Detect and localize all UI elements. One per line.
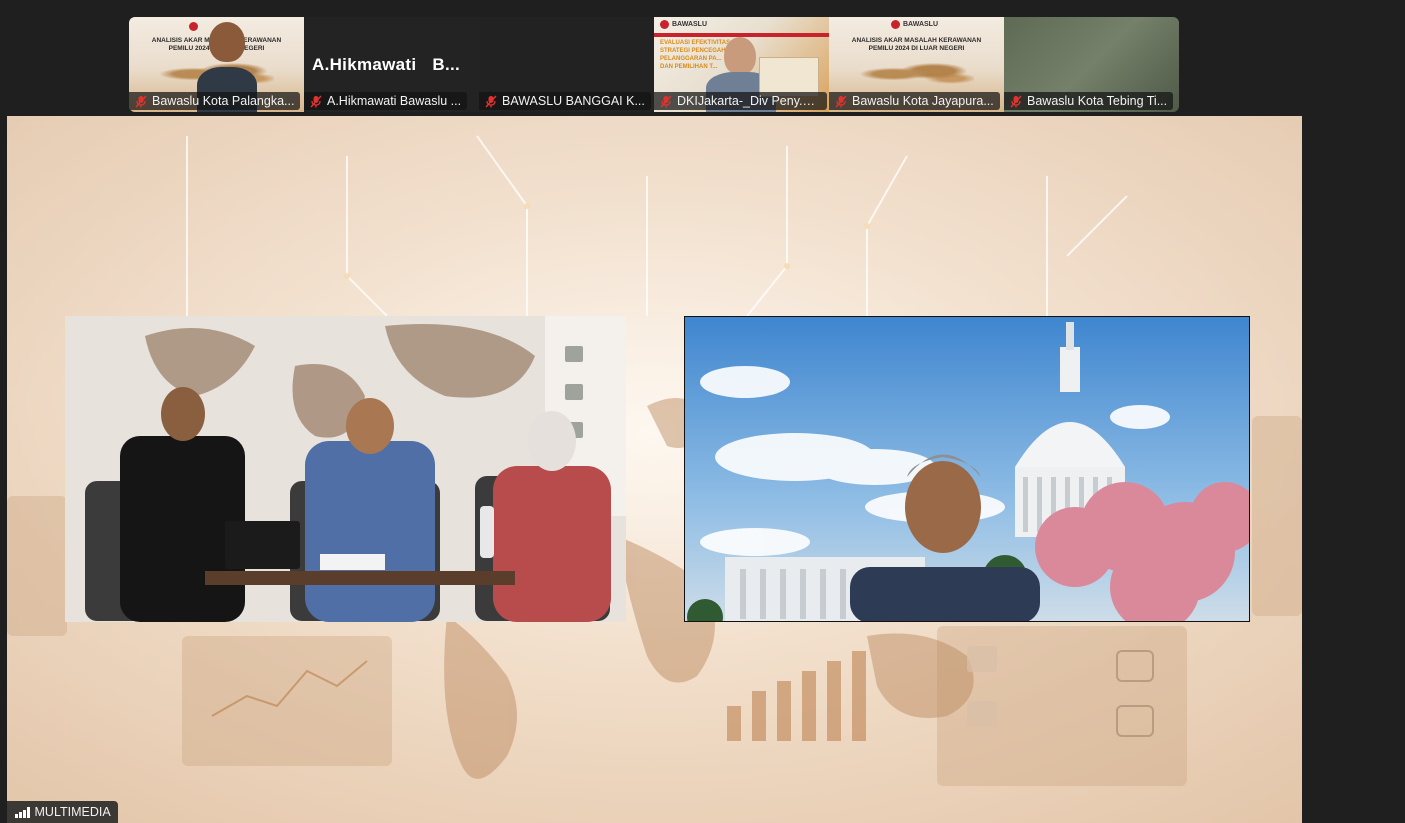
mic-muted-icon bbox=[485, 94, 497, 108]
main-stage[interactable]: MULTIMEDIA bbox=[7, 116, 1302, 823]
bawaslu-logo bbox=[189, 22, 198, 31]
participant-face bbox=[209, 22, 245, 62]
multimedia-label: MULTIMEDIA bbox=[34, 805, 111, 819]
speaker-scene bbox=[685, 317, 1249, 621]
participant-name-label: Bawaslu Kota Jayapura... bbox=[829, 92, 1000, 110]
participant-tile[interactable]: BAWASLU EVALUASI EFEKTIVITAS STRATEGI PE… bbox=[654, 17, 829, 112]
meeting-window: ANALISIS AKAR MASALAH KERAWANAN PEMILU 2… bbox=[0, 0, 1405, 823]
studio-scene bbox=[65, 316, 626, 622]
participant-tile[interactable]: ANALISIS AKAR MASALAH KERAWANAN PEMILU 2… bbox=[129, 17, 304, 112]
room-poster bbox=[759, 57, 819, 97]
mic-muted-icon bbox=[835, 94, 847, 108]
mic-muted-icon bbox=[1010, 94, 1022, 108]
mic-muted-icon bbox=[310, 94, 322, 108]
participant-gallery: ANALISIS AKAR MASALAH KERAWANAN PEMILU 2… bbox=[129, 17, 1179, 112]
participant-name-label: Bawaslu Kota Tebing Ti... bbox=[1004, 92, 1174, 110]
multimedia-badge: MULTIMEDIA bbox=[7, 801, 118, 823]
participant-tile[interactable]: Bawaslu Kota Tebing Ti... bbox=[1004, 17, 1179, 112]
signal-strength-icon bbox=[15, 806, 30, 818]
mic-muted-icon bbox=[660, 94, 672, 108]
bawaslu-logo: BAWASLU bbox=[891, 20, 938, 29]
participant-tile[interactable]: BAWASLU ANALISIS AKAR MASALAH KERAWANAN … bbox=[829, 17, 1004, 112]
participant-name-card: A.Hikmawati B... bbox=[312, 55, 461, 74]
studio-video-feed[interactable] bbox=[65, 316, 626, 622]
participant-tile[interactable]: BAWASLU BANGGAI K... bbox=[479, 17, 654, 112]
participant-tile[interactable]: A.Hikmawati B... A.Hikmawati Bawaslu ... bbox=[304, 17, 479, 112]
mic-muted-icon bbox=[135, 94, 147, 108]
participant-name-label: DKIJakarta-_Div Peny.S... bbox=[654, 92, 827, 110]
participant-name-label: Bawaslu Kota Palangka... bbox=[129, 92, 301, 110]
remote-speaker-video[interactable] bbox=[684, 316, 1250, 622]
banner-text: ANALISIS AKAR MASALAH KERAWANAN PEMILU 2… bbox=[851, 37, 982, 52]
participant-name-label: A.Hikmawati Bawaslu ... bbox=[304, 92, 468, 110]
bawaslu-logo: BAWASLU bbox=[660, 20, 707, 29]
world-map bbox=[859, 59, 974, 89]
participant-name-label: BAWASLU BANGGAI K... bbox=[479, 92, 651, 110]
participant-face bbox=[724, 37, 756, 75]
